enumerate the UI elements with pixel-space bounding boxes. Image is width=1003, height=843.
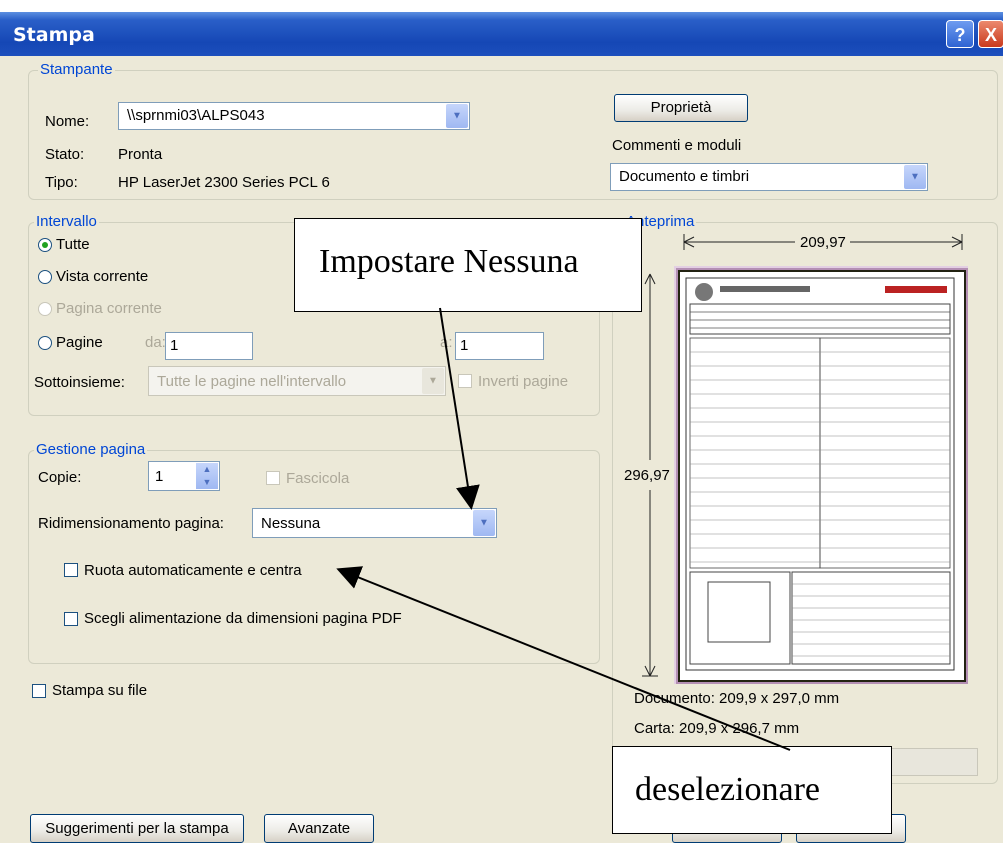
annotation-arrows (336, 307, 791, 751)
